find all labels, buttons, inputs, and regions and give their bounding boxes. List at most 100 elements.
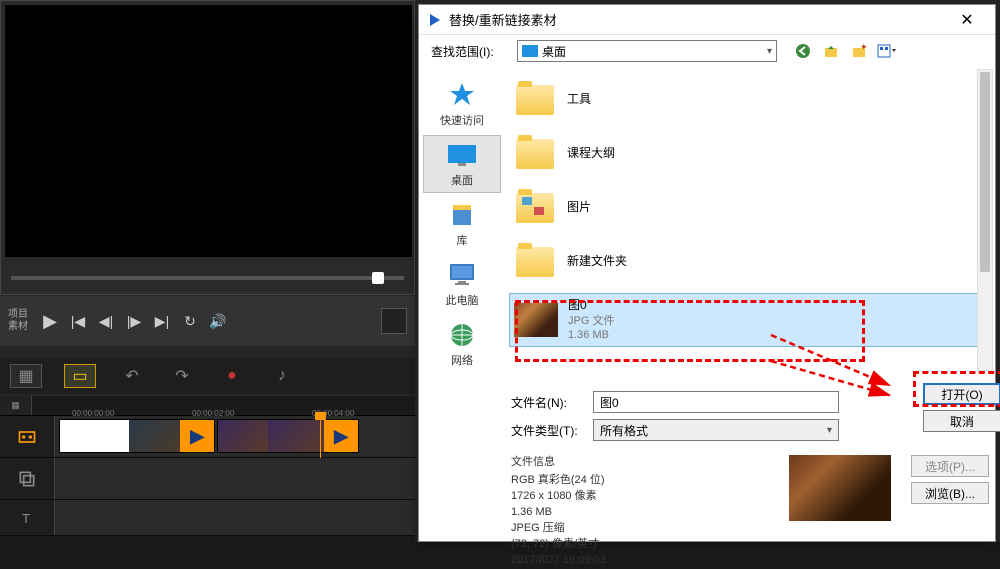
storyboard-mode-icon[interactable]: ▦: [10, 364, 42, 388]
preview-panel: [0, 0, 415, 295]
go-end-button[interactable]: ▶|: [150, 309, 174, 333]
sidebar-network[interactable]: 网络: [423, 315, 501, 373]
project-label: 项目: [8, 309, 28, 321]
filetype-dropdown[interactable]: 所有格式: [593, 419, 839, 441]
file-item-image[interactable]: 图0 JPG 文件 1.36 MB: [509, 293, 985, 347]
file-item-folder[interactable]: 新建文件夹: [509, 235, 985, 289]
filename-input[interactable]: [593, 391, 839, 413]
file-dialog: 替换/重新链接素材 ✕ 查找范围(I): 桌面 ▾ ✦ 快速访问 桌面: [418, 4, 996, 542]
options-button[interactable]: 选项(P)...: [911, 455, 989, 477]
lookin-dropdown[interactable]: 桌面 ▾: [517, 40, 777, 62]
next-frame-button[interactable]: |▶: [122, 309, 146, 333]
timeline-ruler[interactable]: ▦ 00:00:00:00 00:00:02:00 00:00:04:00: [0, 396, 415, 416]
file-item-folder[interactable]: 课程大纲: [509, 127, 985, 181]
playback-controls: 项目 素材 ▶ |◀ ◀| |▶ ▶| ↻ 🔊: [0, 296, 415, 346]
file-list[interactable]: 工具 课程大纲 图片 新建文件夹 图0 JPG 文件 1.36 MB: [505, 67, 995, 387]
cancel-button[interactable]: 取消: [923, 410, 1000, 432]
folder-icon: [516, 85, 554, 115]
folder-icon: [516, 193, 554, 223]
go-start-button[interactable]: |◀: [66, 309, 90, 333]
file-name: 图片: [567, 200, 591, 216]
preview-viewport: [5, 5, 412, 257]
overlay-track: [0, 458, 415, 500]
info-title: 文件信息: [511, 455, 606, 471]
overlay-track-icon[interactable]: [0, 458, 55, 499]
audio-icon[interactable]: ♪: [268, 362, 296, 390]
back-icon[interactable]: [793, 41, 813, 61]
timeline-tracks: ▶ ▶ T: [0, 416, 415, 542]
loop-button[interactable]: ↻: [178, 309, 202, 333]
file-size: 1.36 MB: [568, 328, 614, 342]
file-item-folder[interactable]: 图片: [509, 181, 985, 235]
clip-thumb: [129, 420, 180, 452]
filetype-label: 文件类型(T):: [511, 422, 585, 439]
file-name: 工具: [567, 92, 591, 108]
chevron-down-icon: ▾: [767, 46, 772, 57]
lookin-row: 查找范围(I): 桌面 ▾ ✦: [419, 35, 995, 67]
preview-scrubber[interactable]: [11, 276, 404, 280]
places-sidebar: 快速访问 桌面 库 此电脑 网络: [419, 67, 505, 387]
folder-icon: [516, 139, 554, 169]
volume-button[interactable]: 🔊: [206, 309, 230, 333]
clip-transition-icon: ▶: [180, 420, 214, 452]
clip-transition-icon: ▶: [324, 420, 358, 452]
ruler-head-icon: ▦: [0, 396, 32, 415]
file-name: 图0: [568, 298, 614, 314]
record-icon[interactable]: ●: [218, 362, 246, 390]
play-button[interactable]: ▶: [38, 309, 62, 333]
dialog-titlebar: 替换/重新链接素材 ✕: [419, 5, 995, 35]
folder-icon: [516, 247, 554, 277]
svg-text:✦: ✦: [860, 43, 867, 52]
sidebar-libraries[interactable]: 库: [423, 195, 501, 253]
sidebar-label: 快速访问: [440, 112, 484, 128]
up-folder-icon[interactable]: [821, 41, 841, 61]
close-button[interactable]: ✕: [947, 6, 987, 34]
file-name: 课程大纲: [567, 146, 615, 162]
open-button[interactable]: 打开(O): [923, 383, 1000, 405]
new-folder-icon[interactable]: ✦: [849, 41, 869, 61]
image-thumb: [514, 303, 558, 337]
timeline-clip[interactable]: ▶: [59, 419, 215, 453]
prev-frame-button[interactable]: ◀|: [94, 309, 118, 333]
dialog-title: 替换/重新链接素材: [449, 10, 947, 29]
scrollbar-thumb[interactable]: [980, 72, 990, 272]
timeline-mode-icon[interactable]: ▭: [64, 364, 96, 388]
clip-label: [60, 420, 129, 452]
timeline-clip[interactable]: ▶: [217, 419, 359, 453]
sidebar-label: 网络: [451, 352, 473, 368]
title-track-icon[interactable]: T: [0, 500, 55, 535]
undo-icon[interactable]: ↶: [118, 362, 146, 390]
sidebar-desktop[interactable]: 桌面: [423, 135, 501, 193]
info-line: 2017/8/27 19:09:03: [511, 553, 606, 569]
redo-icon[interactable]: ↷: [168, 362, 196, 390]
sidebar-label: 库: [457, 232, 468, 248]
sidebar-label: 桌面: [451, 172, 473, 188]
svg-text:T: T: [22, 511, 30, 526]
sidebar-label: 此电脑: [446, 292, 479, 308]
video-track-icon[interactable]: [0, 416, 55, 457]
title-track: T: [0, 500, 415, 536]
lookin-value: 桌面: [542, 43, 566, 60]
desktop-icon: [522, 45, 538, 57]
file-name: 新建文件夹: [567, 254, 627, 270]
info-line: (72, 72) 像素/英寸: [511, 537, 606, 553]
view-menu-icon[interactable]: [877, 41, 897, 61]
lookin-label: 查找范围(I):: [431, 43, 509, 60]
timeline-toolbar: ▦ ▭ ↶ ↷ ● ♪: [0, 358, 415, 394]
scrollbar[interactable]: [977, 69, 993, 371]
info-line: 1.36 MB: [511, 505, 606, 521]
file-type: JPG 文件: [568, 314, 614, 328]
file-item-folder[interactable]: 工具: [509, 73, 985, 127]
file-info-panel: 文件信息 RGB 真彩色(24 位) 1726 x 1080 像素 1.36 M…: [511, 455, 606, 569]
filename-label: 文件名(N):: [511, 394, 585, 411]
video-track: ▶ ▶: [0, 416, 415, 458]
clip-thumb: [268, 420, 324, 452]
sidebar-quickaccess[interactable]: 快速访问: [423, 75, 501, 133]
browse-button[interactable]: 浏览(B)...: [911, 482, 989, 504]
sidebar-thispc[interactable]: 此电脑: [423, 255, 501, 313]
info-line: 1726 x 1080 像素: [511, 489, 606, 505]
info-line: RGB 真彩色(24 位): [511, 473, 606, 489]
info-preview-thumb: [789, 455, 891, 521]
app-icon: [427, 12, 443, 28]
timecode-display: [381, 308, 407, 334]
